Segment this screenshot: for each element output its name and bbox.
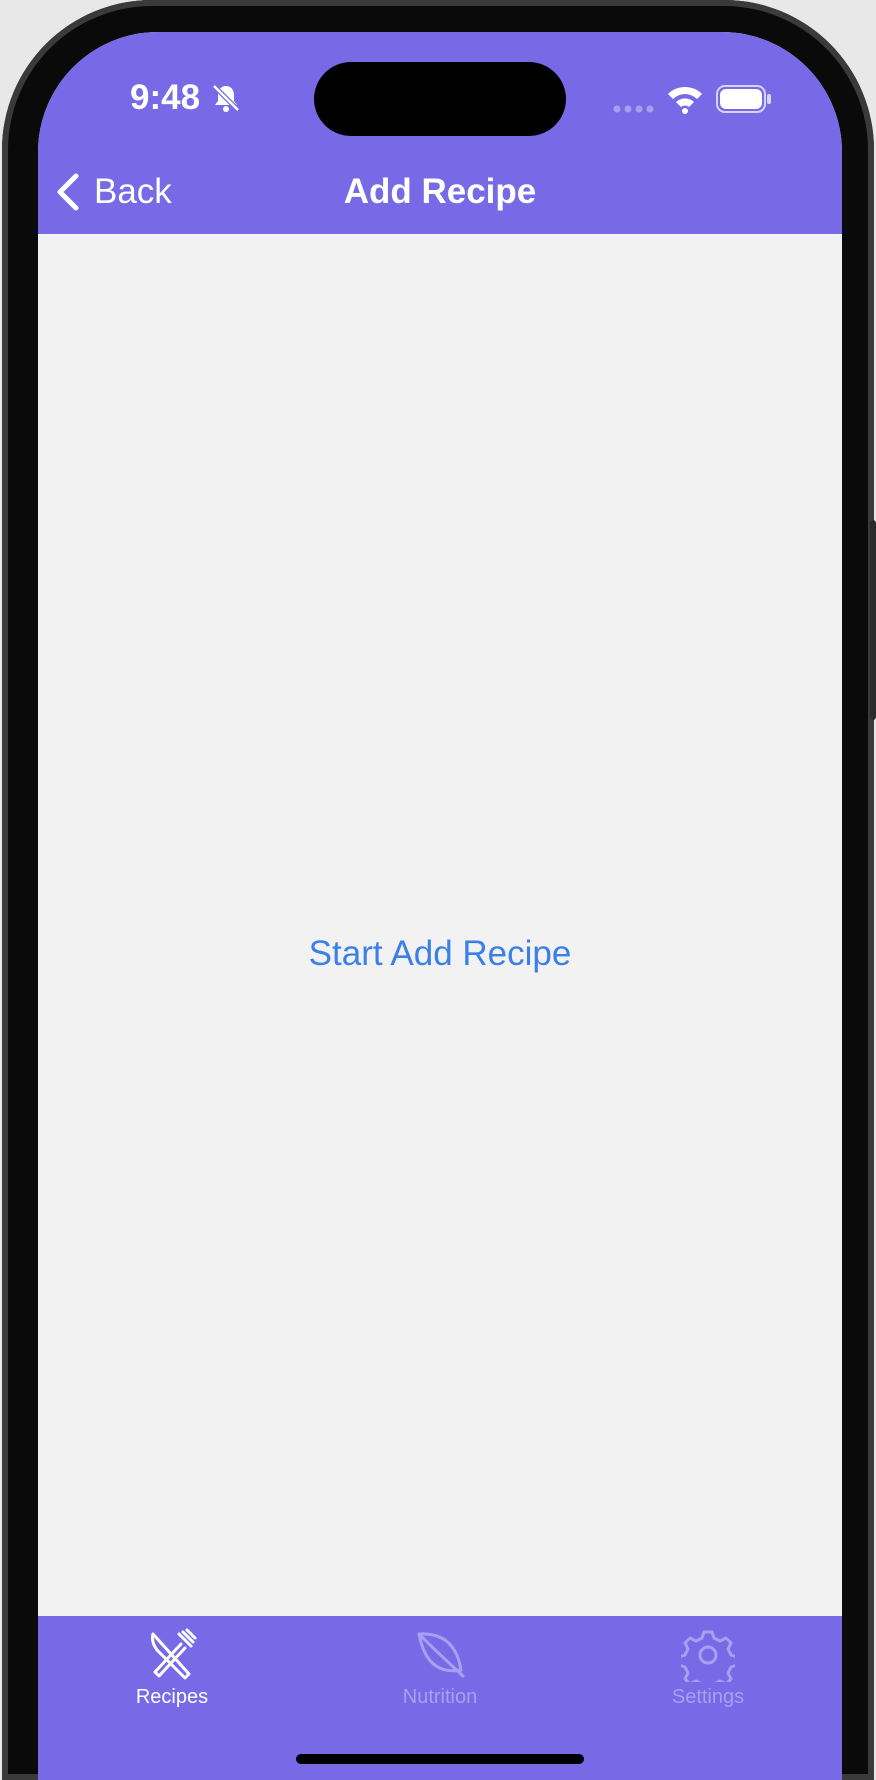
start-add-recipe-button[interactable]: Start Add Recipe <box>38 934 842 974</box>
nav-header: 9:48 Back Add Recipe <box>38 32 842 234</box>
status-time: 9:48 <box>130 78 201 117</box>
tab-label: Recipes <box>135 1686 209 1708</box>
dynamic-island <box>314 62 566 136</box>
phone-frame: 9:48 Back Add Recipe Start Add Recipe Re… <box>2 0 876 1780</box>
cellular-signal-icon <box>613 105 654 113</box>
page-title: Add Recipe <box>343 172 537 211</box>
tab-recipes[interactable]: Recipes <box>92 1628 252 1709</box>
gear-icon <box>681 1630 735 1682</box>
fork-knife-icon <box>151 1628 197 1680</box>
tab-label: Settings <box>671 1686 745 1708</box>
leaf-icon <box>417 1632 465 1678</box>
wifi-icon <box>668 86 702 114</box>
battery-icon <box>716 85 771 113</box>
tab-settings[interactable]: Settings <box>628 1628 788 1709</box>
home-indicator <box>296 1754 584 1764</box>
main-content: Start Add Recipe <box>38 234 842 1648</box>
tab-nutrition[interactable]: Nutrition <box>360 1628 520 1709</box>
side-button <box>870 520 876 720</box>
bell-slash-icon <box>212 84 240 112</box>
app-screen: 9:48 Back Add Recipe Start Add Recipe Re… <box>38 32 842 1780</box>
tab-label: Nutrition <box>402 1686 478 1708</box>
